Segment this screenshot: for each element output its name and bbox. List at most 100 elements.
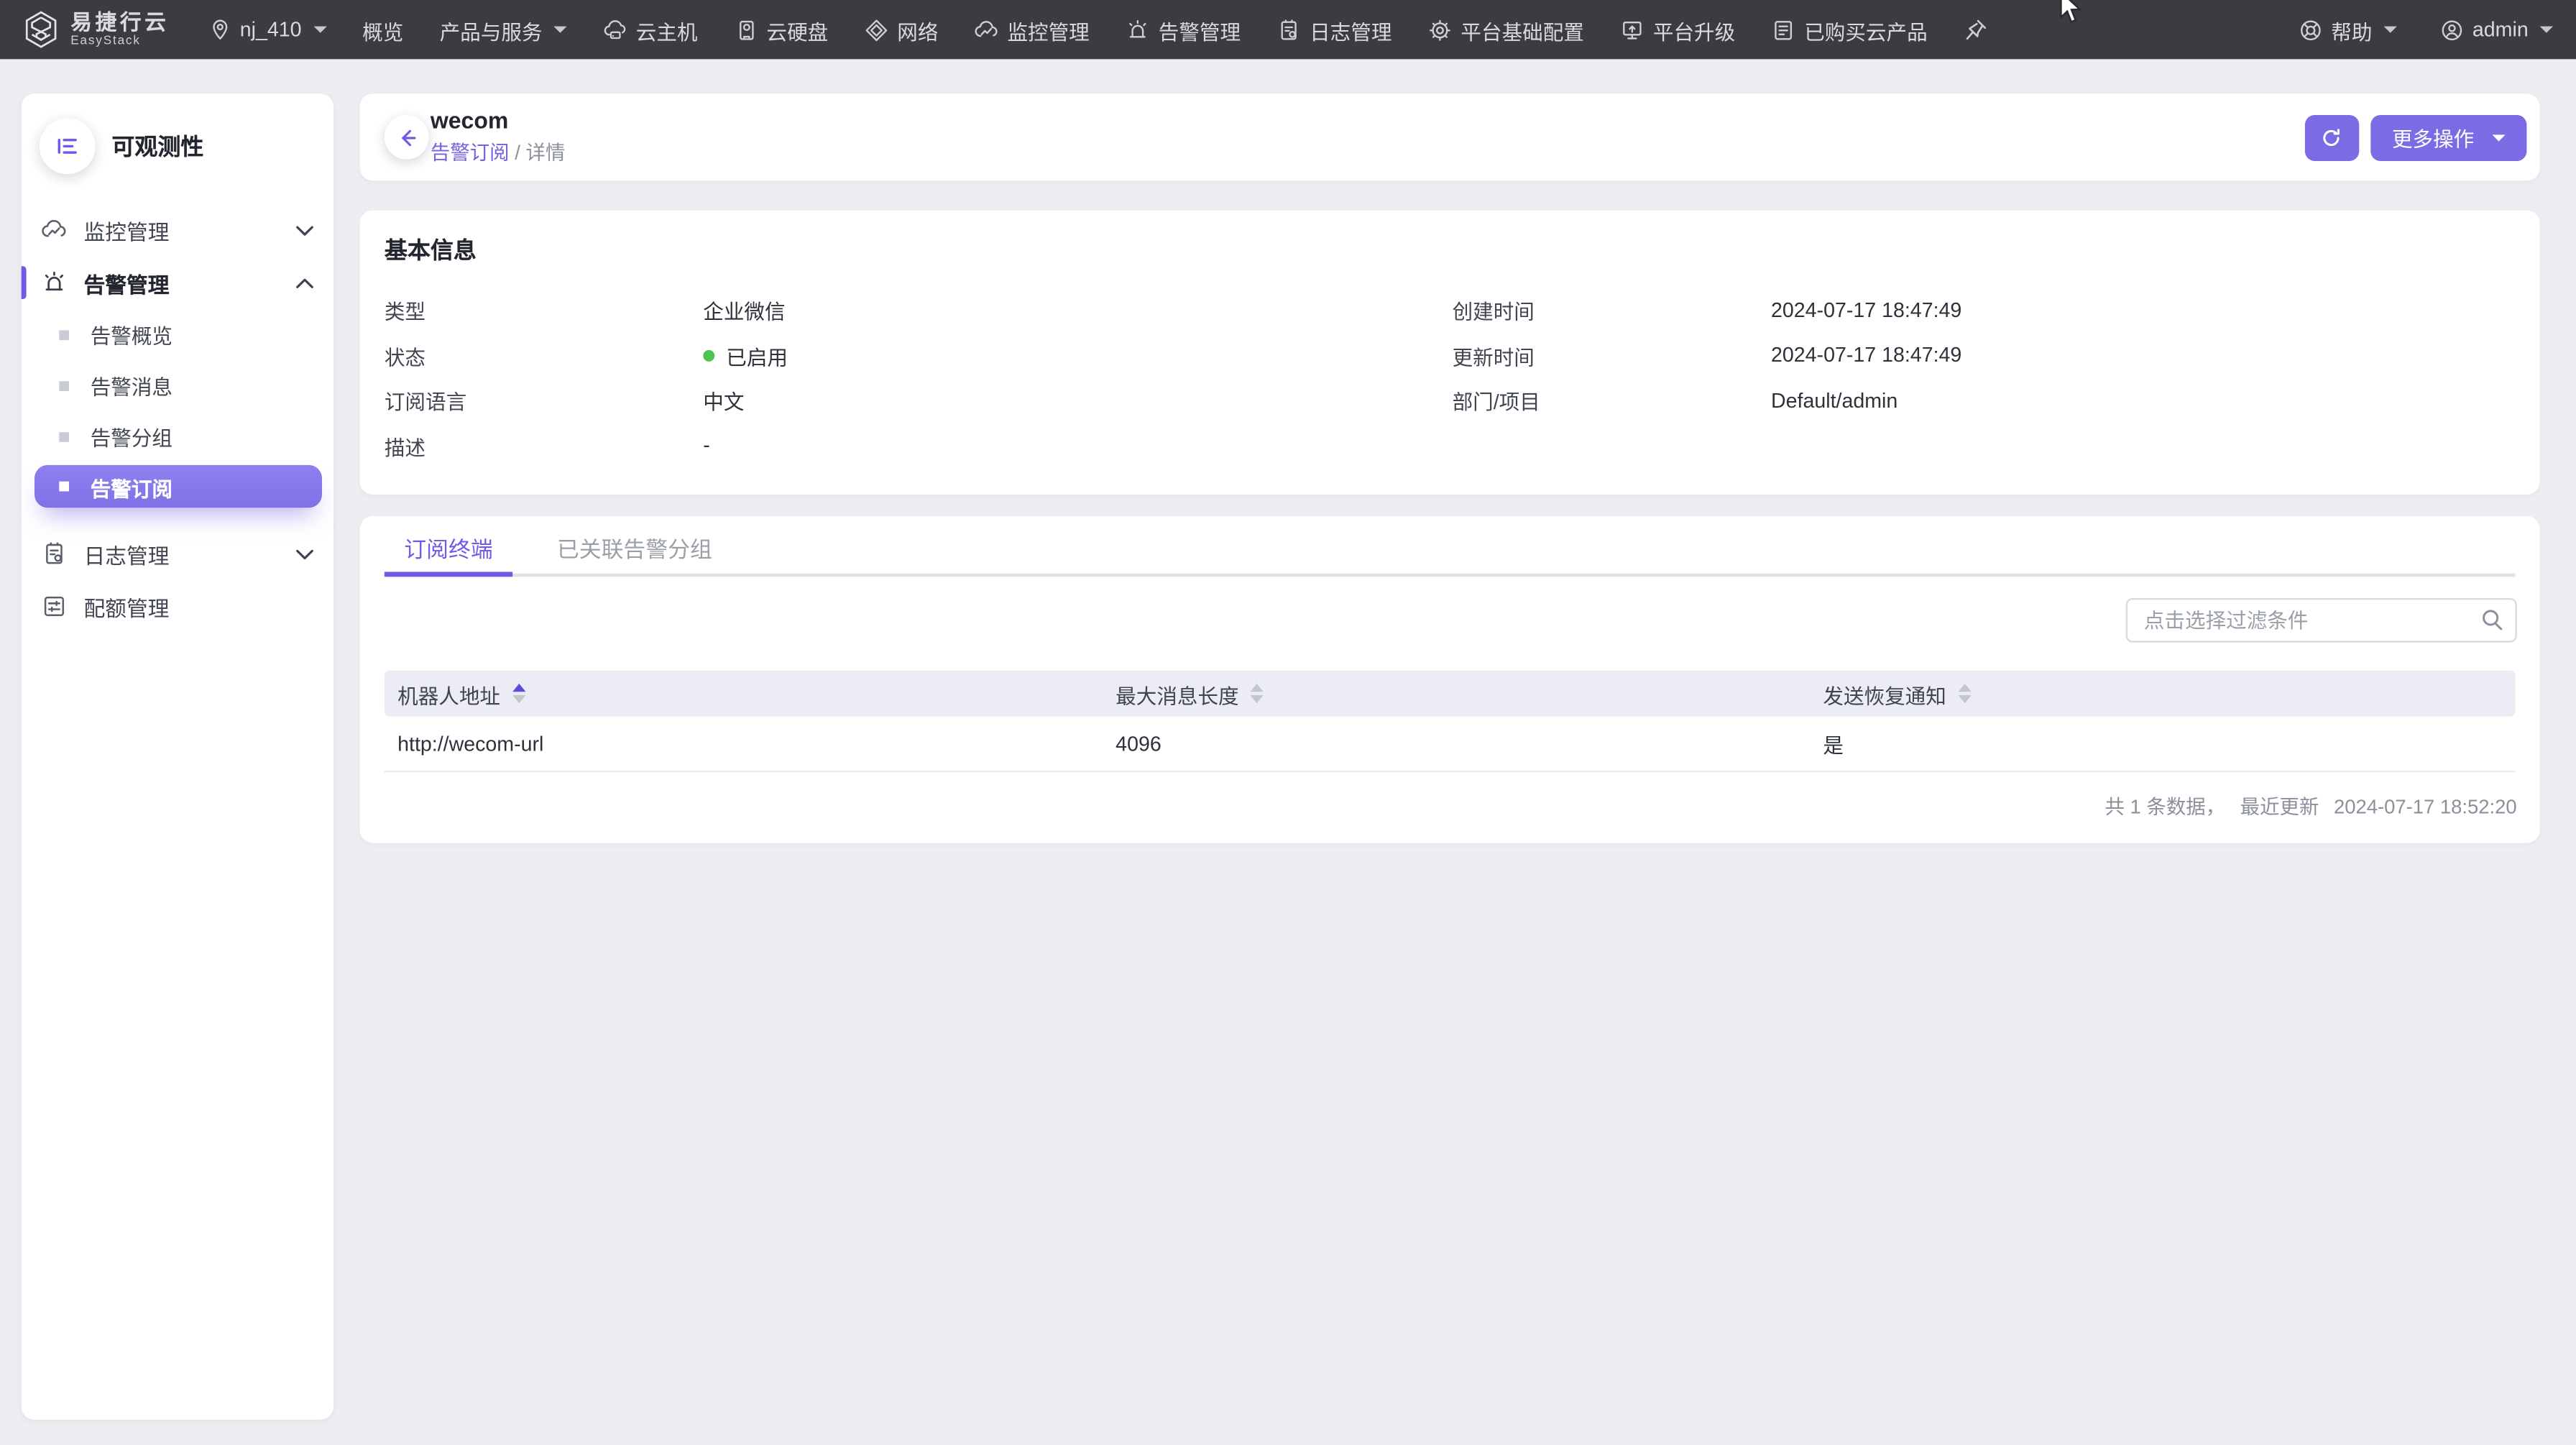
bullet-icon (59, 431, 69, 441)
back-button[interactable] (384, 114, 429, 160)
filter-search-box (2125, 597, 2517, 643)
tab-linked-alarm-groups[interactable]: 已关联告警分组 (537, 516, 732, 577)
network-icon (865, 17, 889, 42)
log-clipboard-icon (41, 541, 68, 567)
disk-icon (734, 17, 758, 42)
nav-item-products[interactable]: 产品与服务 (440, 14, 567, 45)
sort-control[interactable] (1957, 683, 1972, 704)
info-row-department: 部门/项目 Default/admin (1452, 389, 1898, 415)
basic-info-left-column: 类型 企业微信 状态 已启用 订阅语言 中文 描述 - (385, 288, 1453, 468)
basic-info-right-column: 创建时间 2024-07-17 18:47:49 更新时间 2024-07-17… (1453, 288, 2516, 468)
table-header: 机器人地址 最大消息长度 发送恢复通知 (384, 670, 2516, 717)
nav-item-cloud-host[interactable]: 云主机 (603, 14, 698, 45)
sort-desc-icon (1250, 695, 1264, 704)
basic-info-grid: 类型 企业微信 状态 已启用 订阅语言 中文 描述 - 创建时间 2024-07… (385, 288, 2516, 468)
chevron-up-icon (295, 277, 313, 288)
log-clipboard-icon (1276, 17, 1301, 42)
last-updated-time: 2024-07-17 18:52:20 (2333, 794, 2517, 818)
breadcrumb: 告警订阅 / 详情 (431, 138, 566, 166)
chevron-down-icon (2492, 134, 2506, 141)
column-header-max-length[interactable]: 最大消息长度 (1103, 678, 1810, 709)
region-label: nj_410 (239, 18, 302, 42)
page-header-card: wecom 告警订阅 / 详情 更多操作 (359, 93, 2540, 181)
sidebar-header: 可观测性 (22, 115, 334, 175)
sidebar: 可观测性 监控管理 告警管理 告警概览 告警消息 告警分组 告警订阅 日志管理 … (21, 93, 334, 1420)
cell-recovery-notice: 是 (1823, 734, 1844, 758)
page-title: wecom (430, 106, 509, 134)
status-enabled-dot-icon (703, 349, 715, 362)
user-menu[interactable]: admin (2439, 17, 2553, 42)
chevron-down-icon (295, 224, 313, 236)
nav-item-log[interactable]: 日志管理 (1276, 14, 1392, 45)
table-footer: 共 1 条数据， 最近更新 2024-07-17 18:52:20 (360, 772, 2540, 823)
nav-item-platform-upgrade[interactable]: 平台升级 (1620, 14, 1735, 45)
gear-icon (1428, 17, 1453, 42)
app-viewport: 易捷行云 EasyStack nj_410 概览 产品与服务 云主机 云硬盘 网… (0, 0, 2576, 1445)
nav-item-purchased[interactable]: 已购买云产品 (1771, 14, 1928, 45)
search-icon[interactable] (2479, 606, 2506, 633)
info-row-language: 订阅语言 中文 (384, 391, 745, 415)
page-actions: 更多操作 (2304, 114, 2527, 160)
user-avatar-icon (2439, 17, 2464, 42)
brand-logo[interactable]: 易捷行云 EasyStack (23, 10, 169, 50)
alarm-siren-icon (1126, 17, 1150, 42)
sidebar-item-alarm-message[interactable]: 告警消息 (22, 360, 334, 411)
sidebar-item-alarm-group[interactable]: 告警分组 (22, 410, 334, 462)
sort-asc-icon (512, 683, 525, 692)
detail-tabs: 订阅终端 已关联告警分组 (360, 516, 2540, 577)
breadcrumb-parent-link[interactable]: 告警订阅 (431, 142, 510, 165)
refresh-button[interactable] (2304, 114, 2360, 160)
sidebar-item-alarm-overview[interactable]: 告警概览 (22, 309, 334, 360)
sort-control[interactable] (512, 683, 525, 704)
filter-input[interactable] (2125, 597, 2517, 643)
column-header-robot-address[interactable]: 机器人地址 (385, 678, 1103, 709)
pushpin-icon (1964, 17, 1988, 42)
more-actions-button[interactable]: 更多操作 (2370, 114, 2527, 160)
cloud-chart-icon (41, 217, 68, 244)
last-updated-label: 最近更新 (2240, 795, 2319, 819)
cell-robot-address: http://wecom-url (397, 732, 544, 756)
chevron-down-icon (295, 548, 313, 559)
nav-item-platform-config[interactable]: 平台基础配置 (1428, 14, 1584, 45)
nav-item-cloud-disk[interactable]: 云硬盘 (734, 14, 828, 45)
breadcrumb-current: 详情 (525, 141, 566, 165)
active-indicator (21, 266, 27, 299)
nav-item-monitor[interactable]: 监控管理 (975, 14, 1090, 45)
help-lifering-icon (2299, 17, 2323, 42)
sidebar-item-alarm[interactable]: 告警管理 (21, 257, 334, 309)
sidebar-item-monitor[interactable]: 监控管理 (22, 203, 334, 256)
sort-desc-icon (1957, 695, 1972, 704)
basic-info-title: 基本信息 (384, 237, 477, 263)
location-icon (208, 18, 231, 41)
sort-asc-icon (1250, 683, 1264, 692)
basic-info-card: 基本信息 类型 企业微信 状态 已启用 订阅语言 中文 描述 - 创建时间 20… (359, 210, 2540, 495)
brand-name-cn: 易捷行云 (70, 9, 170, 35)
region-selector[interactable]: nj_410 (208, 18, 326, 41)
status-badge: 已启用 (703, 340, 788, 371)
tab-subscription-terminal[interactable]: 订阅终端 (384, 516, 513, 577)
help-menu[interactable]: 帮助 (2299, 14, 2397, 45)
refresh-icon (2321, 126, 2344, 149)
nav-item-alarm[interactable]: 告警管理 (1126, 14, 1241, 45)
sort-control[interactable] (1250, 683, 1264, 704)
sidebar-item-log[interactable]: 日志管理 (22, 528, 334, 580)
alarm-siren-icon (41, 270, 68, 296)
mouse-cursor (2058, 0, 2083, 27)
nav-item-network[interactable]: 网络 (865, 14, 938, 45)
sidebar-title: 可观测性 (111, 133, 204, 160)
observability-badge[interactable] (39, 118, 96, 175)
sidebar-item-alarm-subscription[interactable]: 告警订阅 (34, 464, 322, 508)
nav-item-overview[interactable]: 概览 (362, 14, 403, 45)
bullet-icon (59, 481, 69, 492)
column-header-recovery-notice[interactable]: 发送恢复通知 (1810, 678, 2515, 709)
cell-max-length: 4096 (1116, 732, 1162, 756)
chevron-down-icon (2383, 26, 2397, 33)
bullet-icon (59, 380, 69, 390)
pin-shortcut[interactable] (1964, 17, 1988, 42)
top-navbar: 易捷行云 EasyStack nj_410 概览 产品与服务 云主机 云硬盘 网… (0, 0, 2576, 60)
sort-asc-icon (1957, 683, 1972, 692)
sidebar-item-quota[interactable]: 配额管理 (22, 580, 334, 633)
chevron-down-icon (553, 26, 567, 33)
sliders-icon (41, 593, 68, 620)
